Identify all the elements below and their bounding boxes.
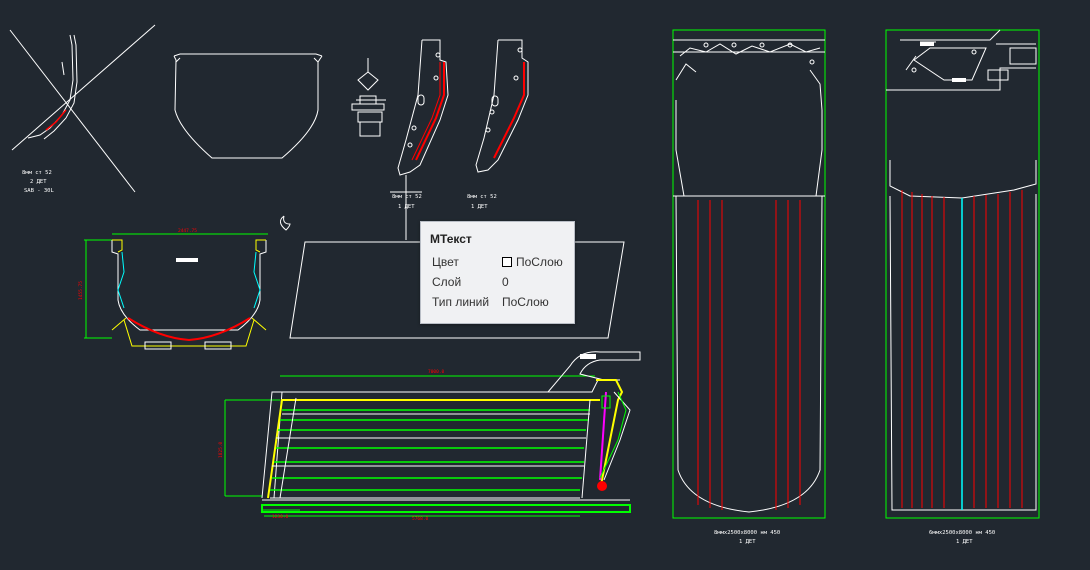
label-panel-right: 6ммх2500х8000 нм 450 1 ДЕТ xyxy=(929,530,995,545)
dim-label: 5768.0 xyxy=(412,516,429,522)
color-swatch-icon xyxy=(502,257,512,267)
tooltip-color-value: ПоСлою xyxy=(502,255,563,269)
tooltip-color-label: Цвет xyxy=(432,255,459,269)
dim-label: 1230.0 xyxy=(272,514,289,520)
dim-label: 1825.0 xyxy=(218,441,224,458)
dim-label: 2447.75 xyxy=(178,228,197,234)
profile-outline[interactable] xyxy=(173,53,323,159)
dim-label: 1455.75 xyxy=(78,281,84,300)
dump-body-side-view[interactable] xyxy=(224,351,641,517)
label-part-a: 8мм ст 52 2 ДЕТ SAB - 30L xyxy=(22,170,54,194)
panel-left[interactable] xyxy=(672,29,826,519)
tooltip-layer-label: Слой xyxy=(432,275,462,289)
label-text: 1 ДЕТ xyxy=(956,539,973,545)
label-panel-left: 8ммх2500х8000 нм 450 1 ДЕТ xyxy=(714,530,780,545)
tooltip-linetype-label: Тип линий xyxy=(432,295,490,309)
label-text: 8мм ст 52 xyxy=(22,170,52,176)
label-text: 8мм ст 52 xyxy=(467,194,497,200)
drawing-canvas[interactable]: 8мм ст 52 2 ДЕТ SAB - 30L 8мм ст 52 1 ДЕ… xyxy=(0,0,1090,566)
label-text: 2 ДЕТ xyxy=(30,179,47,185)
label-part-b: 8мм ст 52 1 ДЕТ xyxy=(392,194,422,210)
dim-label: 7000.0 xyxy=(428,369,445,375)
tooltip-title: МТекст xyxy=(430,232,472,246)
object-properties-tooltip: МТекст Цвет ПоСлою Слой 0 Тип линий ПоСл… xyxy=(420,221,575,324)
tooltip-color-text: ПоСлою xyxy=(516,255,563,269)
bracket-part-a[interactable] xyxy=(9,24,156,193)
label-text: 8ммх2500х8000 нм 450 xyxy=(714,530,780,536)
label-text: 1 ДЕТ xyxy=(398,204,415,210)
tooltip-layer-value: 0 xyxy=(502,275,509,289)
side-part-b[interactable] xyxy=(390,39,449,240)
crescent-mark xyxy=(280,215,291,231)
label-text: 8мм ст 52 xyxy=(392,194,422,200)
tooltip-linetype-value: ПоСлою xyxy=(502,295,549,309)
dump-body-slats xyxy=(270,397,591,499)
label-text: 1 ДЕТ xyxy=(739,539,756,545)
panel-left-stripes xyxy=(697,200,801,510)
label-part-c: 8мм ст 52 1 ДЕТ xyxy=(467,194,497,210)
label-text: 6ммх2500х8000 нм 450 xyxy=(929,530,995,536)
side-part-c[interactable] xyxy=(475,39,529,173)
label-text: SAB - 30L xyxy=(24,188,54,194)
label-text: 1 ДЕТ xyxy=(471,204,488,210)
cross-section-view[interactable]: 2447.75 1455.75 xyxy=(78,228,268,350)
pin-detail[interactable] xyxy=(351,58,386,137)
